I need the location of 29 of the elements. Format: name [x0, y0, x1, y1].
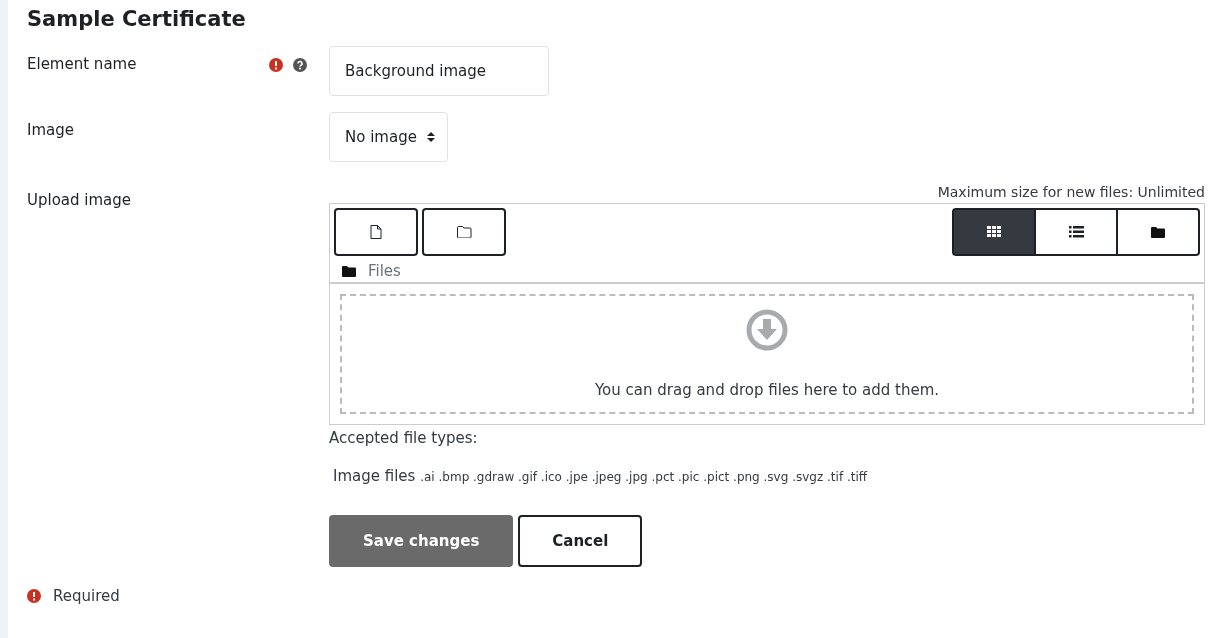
element-name-input[interactable]: Background image [329, 46, 549, 96]
view-toggle-button[interactable] [952, 208, 1036, 256]
save-button[interactable]: Save changes [329, 515, 514, 567]
max-size-note: Maximum size for new files: Unlimited [937, 184, 1205, 200]
file-icon [370, 225, 382, 239]
grid-icon [987, 226, 1001, 238]
cancel-button[interactable]: Cancel [518, 515, 643, 567]
accepted-types-label: Accepted file types: [329, 429, 479, 447]
image-select[interactable]: No image [329, 112, 448, 162]
drop-instructions: You can drag and drop files here to add them. [594, 380, 940, 399]
drop-zone[interactable]: You can drag and drop files here to add them. [340, 294, 1194, 414]
add-file-button[interactable] [334, 208, 418, 256]
view-toggle-button[interactable] [1034, 208, 1118, 256]
folder-icon [1151, 226, 1165, 238]
accepted-types: Image files .ai .bmp .gdraw .gif .ico .jpe .jpeg .jpg .pct .pic .pict .png .svg .svgz .tif .tiff [333, 467, 868, 485]
folder-icon [456, 226, 472, 238]
list-icon [1068, 226, 1084, 238]
help-icon[interactable] [293, 58, 307, 72]
sort-caret-icon [426, 131, 435, 143]
field-label: Element name [27, 54, 137, 75]
required-icon [27, 589, 41, 603]
folder-icon [342, 265, 356, 277]
path-link[interactable]: Files [368, 262, 401, 280]
view-toggle-button[interactable] [1116, 208, 1200, 256]
field-label: Image [27, 120, 74, 141]
required-note: Required [53, 587, 120, 605]
field-label: Upload image [27, 190, 132, 211]
create-folder-button[interactable] [422, 208, 506, 256]
page-title: Sample Certificate [27, 6, 247, 33]
